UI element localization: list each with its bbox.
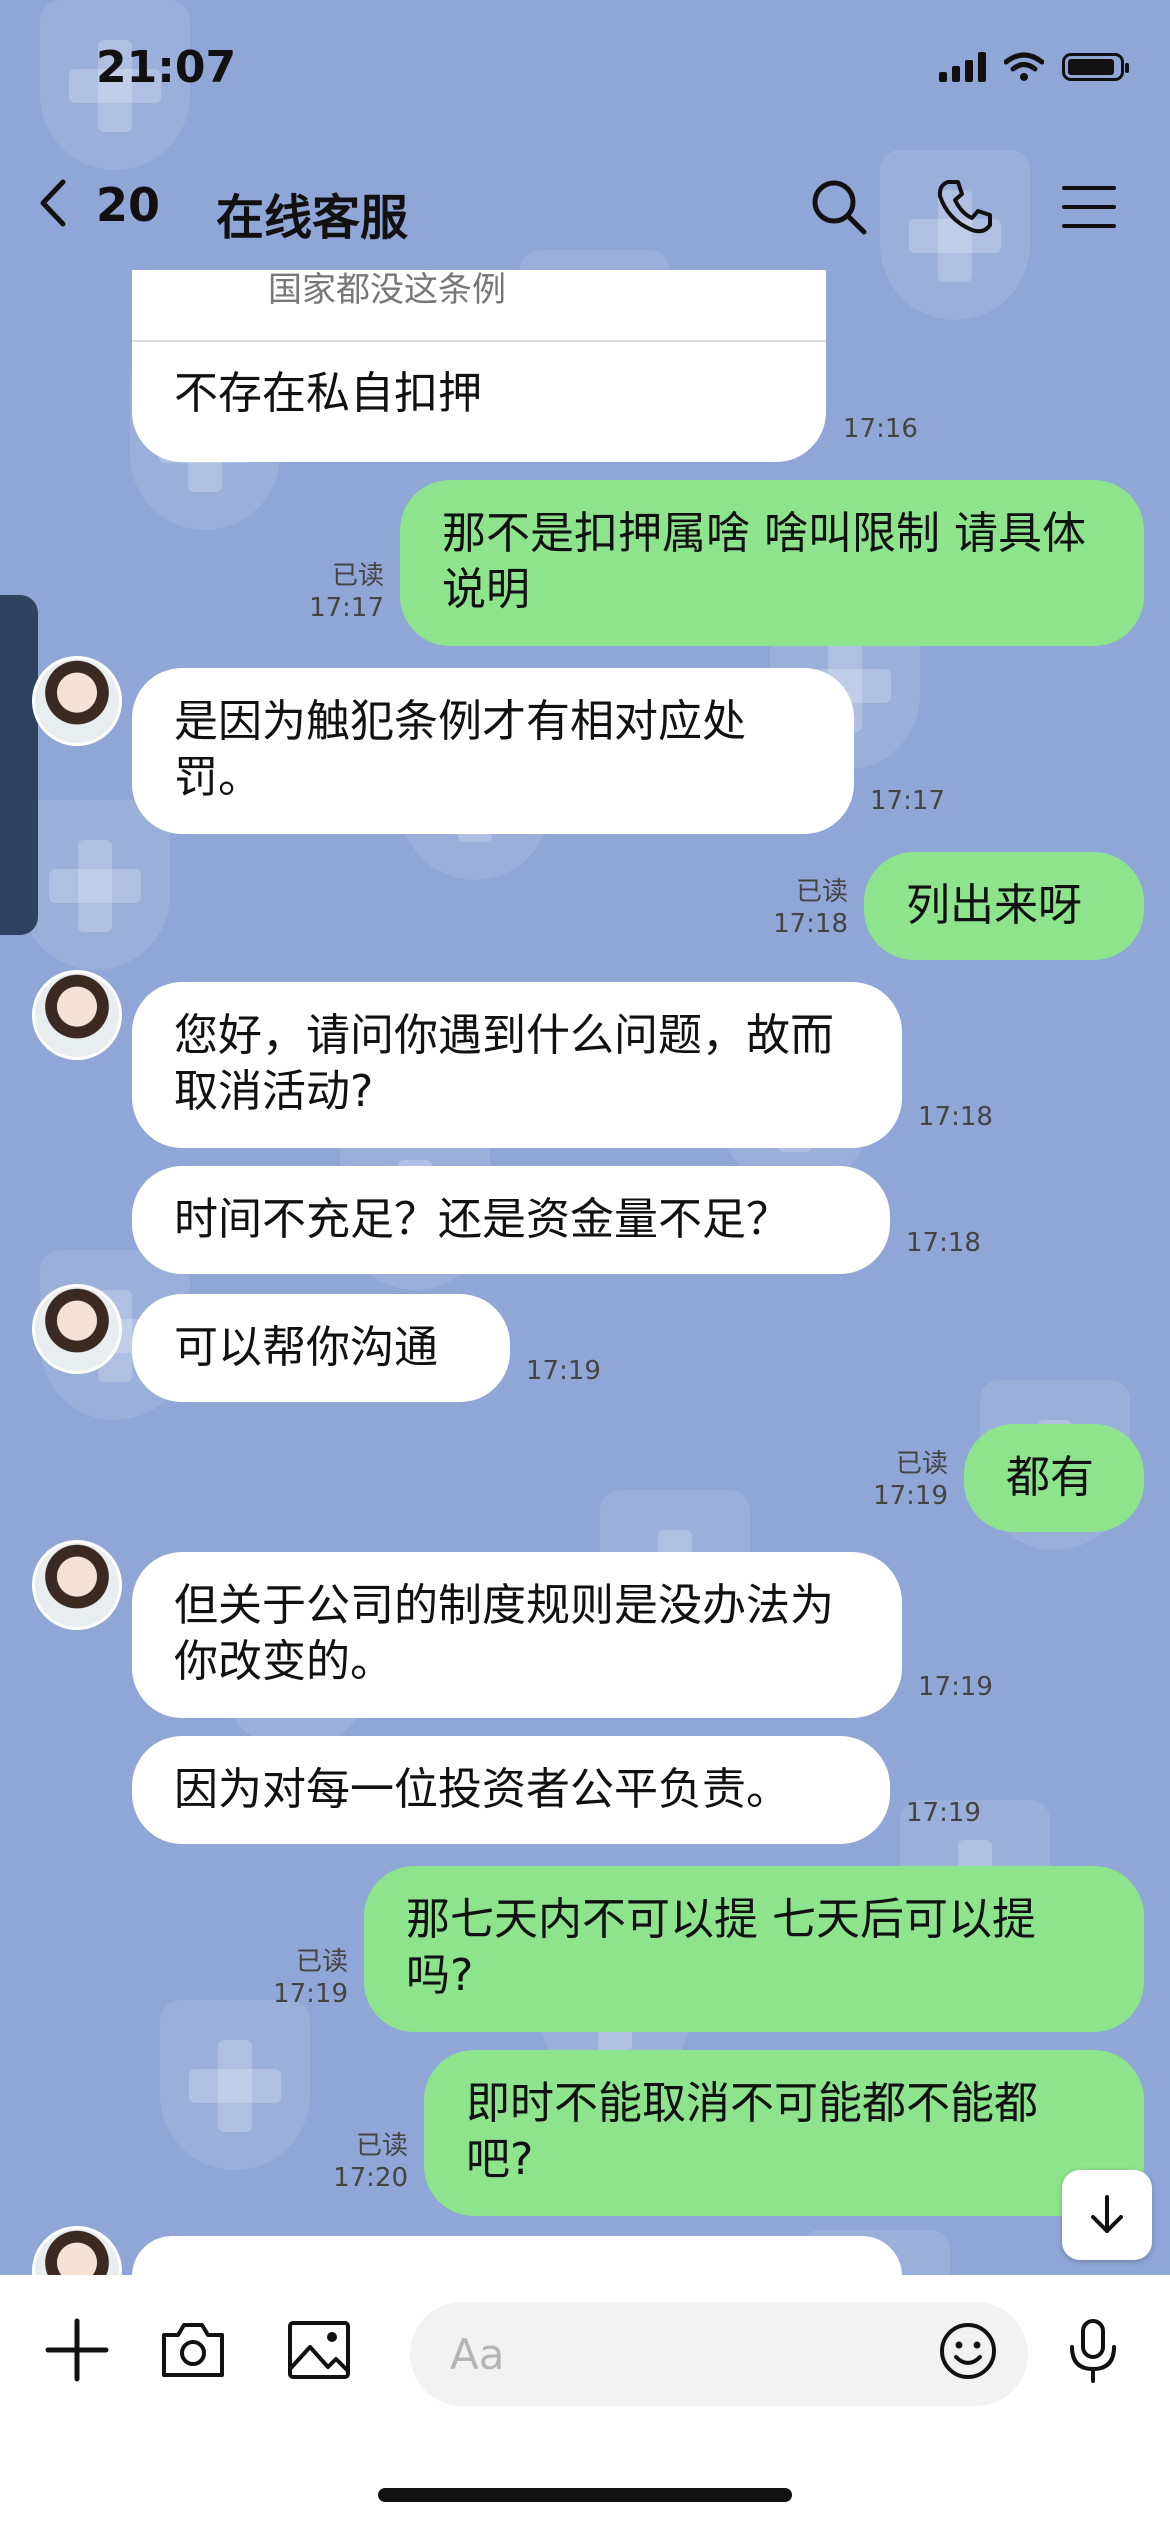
back-chevron-icon[interactable]: [38, 178, 68, 228]
message-bubble-outgoing: 都有: [964, 1424, 1144, 1532]
home-indicator: [378, 2488, 792, 2502]
message-text: 不存在私自扣押: [174, 368, 482, 419]
read-status: 已读: [895, 1449, 948, 1479]
message-bubble-incoming: 时间不充足？还是资金量不足？: [132, 1166, 890, 1274]
plus-icon[interactable]: [42, 2315, 112, 2385]
message-text: 列出来呀: [906, 880, 1082, 931]
message-text: 时间不充足？还是资金量不足？: [174, 1194, 790, 1245]
message-time: 17:19: [873, 1481, 948, 1511]
message-bubble-incoming: 但关于公司的制度规则是没办法为你改变的。: [132, 1552, 902, 1718]
message-text: 即时不能取消不可能都不能都吧?: [466, 2078, 1038, 2185]
search-icon[interactable]: [808, 176, 870, 238]
message-text: 那七天内不可以提 七天后可以提吗?: [406, 1894, 1036, 2001]
message-text: 因为对每一位投资者公平负责。: [174, 1764, 790, 1815]
read-status: 已读: [331, 561, 384, 591]
message-bubble-incoming: 您好，请问你遇到什么问题，故而取消活动?: [132, 982, 902, 1148]
agent-avatar[interactable]: [32, 1540, 122, 1630]
message-text: 可以帮你沟通: [174, 1322, 438, 1373]
message-text: 但关于公司的制度规则是没办法为你改变的。: [174, 1580, 834, 1687]
message-time: 17:17: [870, 786, 945, 816]
read-status: 已读: [795, 877, 848, 907]
watermark-shield: [160, 2000, 310, 2170]
message-bubble-incoming: 因为对每一位投资者公平负责。: [132, 1736, 890, 1844]
message-time: 17:17: [309, 593, 384, 623]
cellular-signal-icon: [939, 52, 986, 82]
read-receipt: 已读 17:17: [300, 560, 384, 624]
message-text: 是因为触犯条例才有相对应处罚。: [174, 696, 746, 803]
message-time: 17:16: [843, 414, 918, 444]
wifi-icon: [1004, 52, 1044, 81]
microphone-icon[interactable]: [1058, 2315, 1128, 2385]
status-icons: [939, 52, 1129, 82]
status-time: 21:07: [96, 42, 237, 93]
message-bubble-incoming: 是因为触犯条例才有相对应处罚。: [132, 668, 854, 834]
read-receipt: 已读 17:19: [864, 1448, 948, 1512]
message-time: 17:18: [773, 909, 848, 939]
menu-icon[interactable]: [1058, 176, 1120, 238]
read-status: 已读: [355, 2131, 408, 2161]
side-panel-tab[interactable]: [0, 595, 38, 935]
read-receipt: 已读 17:20: [324, 2130, 408, 2194]
message-text: 那不是扣押属啥 啥叫限制 请具体说明: [442, 508, 1086, 615]
read-receipt: 已读 17:19: [264, 1946, 348, 2010]
arrow-down-icon: [1091, 2195, 1123, 2233]
scroll-to-bottom-button[interactable]: [1062, 2170, 1152, 2260]
message-time: 17:18: [918, 1102, 993, 1132]
watermark-shield: [20, 800, 170, 970]
phone-icon[interactable]: [934, 176, 996, 238]
battery-icon: [1062, 53, 1129, 81]
agent-avatar[interactable]: [32, 656, 122, 746]
emoji-icon[interactable]: [936, 2319, 1000, 2383]
quoted-reply[interactable]: 国家都没这条例: [132, 270, 826, 342]
message-bubble-outgoing: 那不是扣押属啥 啥叫限制 请具体说明: [400, 480, 1144, 646]
image-icon[interactable]: [284, 2315, 354, 2385]
message-time: 17:19: [526, 1356, 601, 1386]
message-time: 17:18: [906, 1228, 981, 1258]
message-time: 17:20: [333, 2163, 408, 2193]
message-time: 17:19: [273, 1979, 348, 2009]
message-text: 您好，请问你遇到什么问题，故而取消活动?: [174, 1010, 834, 1117]
message-bubble-outgoing: 那七天内不可以提 七天后可以提吗?: [364, 1866, 1144, 2032]
camera-icon[interactable]: [158, 2315, 228, 2385]
agent-avatar[interactable]: [32, 970, 122, 1060]
message-bubble-outgoing: 列出来呀: [864, 852, 1144, 960]
agent-avatar[interactable]: [32, 1284, 122, 1374]
message-bubble-outgoing: 即时不能取消不可能都不能都吧?: [424, 2050, 1144, 2216]
read-status: 已读: [295, 1947, 348, 1977]
read-receipt: 已读 17:18: [764, 876, 848, 940]
message-time: 17:19: [906, 1798, 981, 1828]
unread-count[interactable]: 20: [96, 178, 160, 232]
chat-title: 在线客服: [216, 190, 409, 246]
message-time: 17:19: [918, 1672, 993, 1702]
message-text: 都有: [1006, 1452, 1094, 1503]
message-bubble-incoming: 可以帮你沟通: [132, 1294, 510, 1402]
